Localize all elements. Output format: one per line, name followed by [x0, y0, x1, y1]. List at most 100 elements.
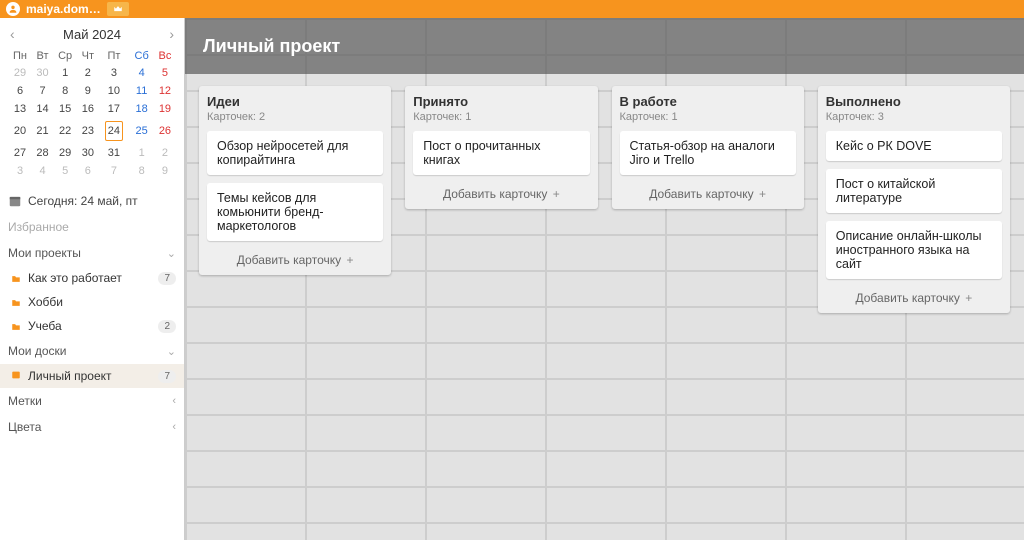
calendar-day[interactable]: 9 [77, 82, 98, 100]
sidebar-item-label: Личный проект [28, 369, 112, 383]
board-icon [10, 369, 22, 383]
sidebar-labels-header[interactable]: Метки ‹ [0, 388, 184, 414]
calendar-day[interactable]: 30 [77, 144, 98, 162]
calendar-day[interactable]: 20 [8, 118, 32, 144]
calendar-day[interactable]: 30 [32, 64, 53, 82]
board-card[interactable]: Пост о прочитанных книгах [413, 131, 589, 175]
calendar-day[interactable]: 5 [154, 64, 176, 82]
calendar-day[interactable]: 2 [154, 144, 176, 162]
calendar-day[interactable]: 4 [129, 64, 153, 82]
calendar-day[interactable]: 7 [98, 162, 129, 180]
add-card-button[interactable]: Добавить карточку + [826, 287, 1002, 305]
folder-icon [10, 297, 22, 307]
sidebar-item-badge: 2 [158, 320, 176, 333]
calendar-day[interactable]: 14 [32, 100, 53, 118]
sidebar-board-item[interactable]: Личный проект 7 [0, 364, 184, 388]
calendar-day[interactable]: 7 [32, 82, 53, 100]
calendar-grid: ПнВтСрЧтПтСбВс 2930123456789101112131415… [8, 48, 176, 180]
add-card-button[interactable]: Добавить карточку + [413, 183, 589, 201]
sidebar-project-item[interactable]: Хобби [0, 290, 184, 314]
calendar-day[interactable]: 10 [98, 82, 129, 100]
plus-icon: + [553, 187, 560, 201]
calendar-day[interactable]: 27 [8, 144, 32, 162]
calendar-day[interactable]: 3 [8, 162, 32, 180]
column-card-count: Карточек: 1 [413, 111, 589, 123]
calendar-next-button[interactable]: › [167, 26, 176, 42]
calendar-day[interactable]: 9 [154, 162, 176, 180]
topbar: maiya.dom… [0, 0, 1024, 18]
sidebar-item-badge: 7 [158, 370, 176, 383]
calendar-day[interactable]: 3 [98, 64, 129, 82]
board-card[interactable]: Описание онлайн-школы иностранного языка… [826, 221, 1002, 279]
folder-icon [10, 273, 22, 283]
column-card-count: Карточек: 1 [620, 111, 796, 123]
sidebar-project-item[interactable]: Как это работает7 [0, 266, 184, 290]
calendar-day[interactable]: 22 [53, 118, 77, 144]
premium-crown-icon[interactable] [107, 2, 129, 16]
calendar-day[interactable]: 26 [154, 118, 176, 144]
board-column: ВыполненоКарточек: 3Кейс о РК DOVEПост о… [818, 86, 1010, 313]
topbar-username[interactable]: maiya.dom… [26, 2, 101, 16]
sidebar-project-item[interactable]: Учеба 2 [0, 314, 184, 338]
board-card[interactable]: Пост о китайской литературе [826, 169, 1002, 213]
calendar-day[interactable]: 4 [32, 162, 53, 180]
add-card-button[interactable]: Добавить карточку + [207, 249, 383, 267]
today-row[interactable]: Сегодня: 24 май, пт [0, 188, 184, 214]
sidebar-item-label: Хобби [28, 295, 63, 309]
column-title: Идеи [207, 94, 383, 109]
plus-icon: + [346, 253, 353, 267]
sidebar-item-label: Учеба [28, 319, 62, 333]
calendar-dow: Сб [129, 48, 153, 64]
sidebar-item-label: Как это работает [28, 271, 122, 285]
board-card[interactable]: Темы кейсов для комьюнити бренд-маркетол… [207, 183, 383, 241]
board-area: Личный проект ИдеиКарточек: 2Обзор нейро… [185, 18, 1024, 540]
calendar-day[interactable]: 18 [129, 100, 153, 118]
add-card-button[interactable]: Добавить карточку + [620, 183, 796, 201]
folder-icon [10, 321, 22, 331]
calendar-day[interactable]: 19 [154, 100, 176, 118]
board-card[interactable]: Статья-обзор на аналоги Jiro и Trello [620, 131, 796, 175]
calendar-prev-button[interactable]: ‹ [8, 26, 17, 42]
calendar-dow: Чт [77, 48, 98, 64]
calendar-day[interactable]: 8 [129, 162, 153, 180]
calendar-day[interactable]: 8 [53, 82, 77, 100]
calendar-day[interactable]: 23 [77, 118, 98, 144]
calendar-day[interactable]: 1 [53, 64, 77, 82]
calendar-day[interactable]: 29 [53, 144, 77, 162]
chevron-down-icon: ⌄ [167, 247, 176, 260]
calendar-day[interactable]: 21 [32, 118, 53, 144]
calendar-day[interactable]: 29 [8, 64, 32, 82]
calendar-day[interactable]: 24 [98, 118, 129, 144]
board-column: ПринятоКарточек: 1Пост о прочитанных кни… [405, 86, 597, 209]
calendar-day[interactable]: 1 [129, 144, 153, 162]
sidebar-colors-header[interactable]: Цвета ‹ [0, 414, 184, 440]
calendar-day[interactable]: 5 [53, 162, 77, 180]
sidebar-labels-label: Метки [8, 394, 42, 408]
calendar-dow: Вт [32, 48, 53, 64]
sidebar-colors-label: Цвета [8, 420, 41, 434]
sidebar-my-boards-header[interactable]: Мои доски ⌄ [0, 338, 184, 364]
plus-icon: + [965, 291, 972, 305]
calendar-day[interactable]: 2 [77, 64, 98, 82]
calendar-day[interactable]: 15 [53, 100, 77, 118]
calendar-day[interactable]: 11 [129, 82, 153, 100]
column-title: Выполнено [826, 94, 1002, 109]
calendar-day[interactable]: 17 [98, 100, 129, 118]
calendar-day[interactable]: 13 [8, 100, 32, 118]
board-card[interactable]: Обзор нейросетей для копирайтинга [207, 131, 383, 175]
chevron-left-icon: ‹ [172, 395, 176, 407]
calendar-day[interactable]: 6 [8, 82, 32, 100]
calendar-day[interactable]: 28 [32, 144, 53, 162]
calendar-dow: Пт [98, 48, 129, 64]
sidebar: ‹ Май 2024 › ПнВтСрЧтПтСбВс 293012345678… [0, 18, 185, 540]
calendar-day[interactable]: 25 [129, 118, 153, 144]
chevron-down-icon: ⌄ [167, 345, 176, 358]
calendar-day[interactable]: 16 [77, 100, 98, 118]
sidebar-my-projects-header[interactable]: Мои проекты ⌄ [0, 240, 184, 266]
calendar-day[interactable]: 12 [154, 82, 176, 100]
calendar-dow: Пн [8, 48, 32, 64]
board-card[interactable]: Кейс о РК DOVE [826, 131, 1002, 161]
calendar-day[interactable]: 6 [77, 162, 98, 180]
calendar-day[interactable]: 31 [98, 144, 129, 162]
user-avatar-icon[interactable] [6, 2, 20, 16]
